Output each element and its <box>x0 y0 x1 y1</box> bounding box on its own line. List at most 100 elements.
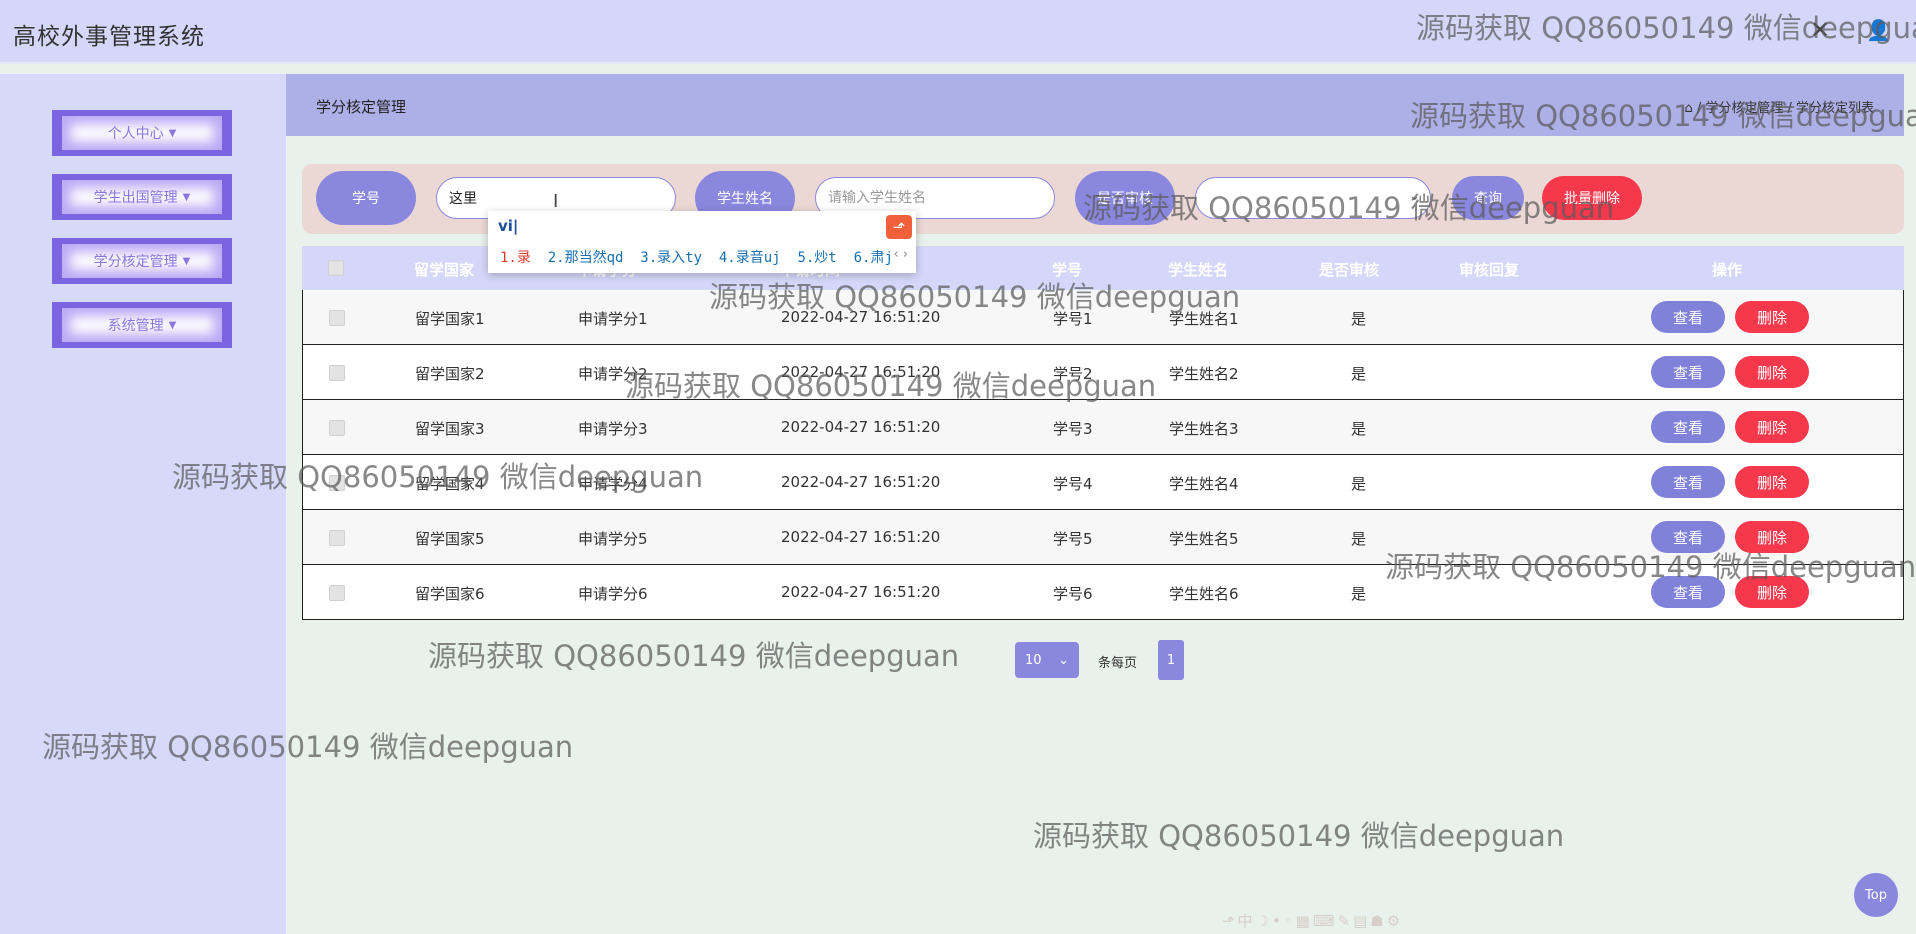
cell-xuehao: 学号1 <box>1053 310 1093 328</box>
column-header-reviewed[interactable]: 是否审核 <box>1319 259 1379 280</box>
text-cursor-icon: I <box>553 191 559 212</box>
cell-time: 2022-04-27 16:51:20 <box>781 583 941 601</box>
cell-country: 留学国家3 <box>415 420 485 438</box>
watermark: 源码获取 QQ86050149 微信deepguan <box>428 639 960 673</box>
user-icon[interactable]: 👤 <box>1866 18 1891 42</box>
select-all-checkbox[interactable] <box>328 260 344 276</box>
row-checkbox[interactable] <box>329 365 345 381</box>
ime-candidate[interactable]: 3.录入ty <box>640 250 702 266</box>
delete-button[interactable]: 删除 <box>1735 521 1809 553</box>
cell-credit: 申请学分1 <box>578 310 648 328</box>
cell-name: 学生姓名1 <box>1169 310 1239 328</box>
cell-xuehao: 学号6 <box>1053 585 1093 603</box>
table-row[interactable]: 留学国家3 申请学分3 2022-04-27 16:51:20 学号3 学生姓名3 是 查看… <box>302 400 1904 455</box>
cell-credit: 申请学分4 <box>578 475 648 493</box>
app-title: 高校外事管理系统 <box>13 24 205 50</box>
view-button[interactable]: 查看 <box>1651 466 1725 498</box>
cell-reviewed: 是 <box>1351 585 1367 603</box>
review-status-label: 是否审核 <box>1075 171 1175 225</box>
credit-table: 留学国家 申请学分 申请时间 学号 学生姓名 是否审核 审核回复 操作 留学国家… <box>302 246 1904 620</box>
breadcrumb[interactable]: ⌂ / 学分核定管理 / 学分核定列表 <box>1684 97 1874 116</box>
back-to-top-button[interactable]: Top <box>1854 873 1898 917</box>
row-checkbox[interactable] <box>329 310 345 326</box>
cell-name: 学生姓名3 <box>1169 420 1239 438</box>
delete-button[interactable]: 删除 <box>1735 466 1809 498</box>
ime-candidate[interactable]: 1.录 <box>500 250 531 266</box>
ime-page-nav[interactable]: ‹ › <box>893 247 908 262</box>
cell-reviewed: 是 <box>1351 365 1367 383</box>
delete-button[interactable]: 删除 <box>1735 356 1809 388</box>
cell-xuehao: 学号5 <box>1053 530 1093 548</box>
column-header-actions: 操作 <box>1712 261 1743 279</box>
cell-country: 留学国家2 <box>415 365 485 383</box>
column-header-xuehao[interactable]: 学号 <box>1052 259 1082 280</box>
table-row[interactable]: 留学国家6 申请学分6 2022-04-27 16:51:20 学号6 学生姓名6 是 查看… <box>302 565 1904 620</box>
review-status-select[interactable]: ⌄ <box>1195 177 1431 219</box>
cell-reviewed: 是 <box>1351 475 1367 493</box>
cell-country: 留学国家6 <box>415 585 485 603</box>
batch-delete-button[interactable]: 批量删除 <box>1542 176 1642 220</box>
per-page-label: 条每页 <box>1098 656 1138 671</box>
ime-candidates: 1.录 2.那当然qd 3.录入ty 4.录音uj 5.炒t 6.肃j <box>500 247 893 267</box>
cell-reviewed: 是 <box>1351 420 1367 438</box>
table-row[interactable]: 留学国家1 申请学分1 2022-04-27 16:51:20 学号1 学生姓名1 是 查看… <box>302 290 1904 345</box>
view-button[interactable]: 查看 <box>1651 576 1725 608</box>
cell-credit: 申请学分3 <box>578 420 648 438</box>
cell-credit: 申请学分6 <box>578 585 648 603</box>
ime-toolbar-icons: ⬏中☽•◦▦⌨✎▤☗⚙ <box>1222 912 1404 930</box>
table-row[interactable]: 留学国家2 申请学分2 2022-04-27 16:51:20 学号2 学生姓名2 是 查看… <box>302 345 1904 400</box>
main-header: 学分核定管理 ⌂ / 学分核定管理 / 学分核定列表 <box>286 74 1904 136</box>
cell-xuehao: 学号2 <box>1053 365 1093 383</box>
watermark: 源码获取 QQ86050149 微信deepguan <box>1033 819 1565 853</box>
search-button[interactable]: 查询 <box>1452 176 1524 220</box>
sidebar-item-label: 个人中心 <box>107 126 164 142</box>
page-title: 学分核定管理 <box>316 98 407 116</box>
view-button[interactable]: 查看 <box>1651 521 1725 553</box>
delete-button[interactable]: 删除 <box>1735 411 1809 443</box>
cell-reviewed: 是 <box>1351 530 1367 548</box>
ime-popup: vi| ⬏ 1.录 2.那当然qd 3.录入ty 4.录音uj 5.炒t 6.肃… <box>488 211 916 273</box>
page-button-current[interactable]: 1 <box>1158 640 1184 680</box>
cell-time: 2022-04-27 16:51:20 <box>781 308 941 326</box>
close-icon[interactable]: ✕ <box>1810 16 1830 44</box>
cell-time: 2022-04-27 16:51:20 <box>781 473 941 491</box>
delete-button[interactable]: 删除 <box>1735 576 1809 608</box>
caret-down-icon: ▼ <box>182 255 191 267</box>
sidebar-item-label: 学分核定管理 <box>93 254 178 270</box>
sidebar: 个人中心 ▼ 学生出国管理 ▼ 学分核定管理 ▼ 系统管理 ▼ <box>0 74 286 934</box>
delete-button[interactable]: 删除 <box>1735 301 1809 333</box>
ime-candidate[interactable]: 2.那当然qd <box>548 250 624 266</box>
view-button[interactable]: 查看 <box>1651 411 1725 443</box>
page-size-select[interactable]: 10 ⌄ <box>1015 642 1079 678</box>
column-header-country[interactable]: 留学国家 <box>414 259 474 280</box>
cell-time: 2022-04-27 16:51:20 <box>781 528 941 546</box>
table-body: 留学国家1 申请学分1 2022-04-27 16:51:20 学号1 学生姓名1 是查看… <box>302 290 1904 620</box>
caret-down-icon: ▼ <box>168 319 177 331</box>
sidebar-item-system[interactable]: 系统管理 ▼ <box>52 302 232 348</box>
cell-time: 2022-04-27 16:51:20 <box>781 418 941 436</box>
ime-candidate[interactable]: 6.肃j <box>854 250 893 266</box>
row-checkbox[interactable] <box>329 420 345 436</box>
row-checkbox[interactable] <box>329 530 345 546</box>
view-button[interactable]: 查看 <box>1651 356 1725 388</box>
ime-logo-icon: ⬏ <box>886 215 912 239</box>
row-checkbox[interactable] <box>329 585 345 601</box>
table-row[interactable]: 留学国家5 申请学分5 2022-04-27 16:51:20 学号5 学生姓名5 是 查看… <box>302 510 1904 565</box>
cell-reviewed: 是 <box>1351 310 1367 328</box>
sidebar-item-label: 系统管理 <box>107 318 164 334</box>
top-bar: 高校外事管理系统 ✕ 👤 <box>0 0 1916 64</box>
row-checkbox[interactable] <box>329 475 345 491</box>
table-row[interactable]: 留学国家4 申请学分4 2022-04-27 16:51:20 学号4 学生姓名4 是 查看… <box>302 455 1904 510</box>
caret-down-icon: ▼ <box>168 127 177 139</box>
sidebar-item-personal-center[interactable]: 个人中心 ▼ <box>52 110 232 156</box>
ime-candidate[interactable]: 4.录音uj <box>719 250 781 266</box>
sidebar-item-credit-review[interactable]: 学分核定管理 ▼ <box>52 238 232 284</box>
cell-name: 学生姓名5 <box>1169 530 1239 548</box>
caret-down-icon: ▼ <box>182 191 191 203</box>
view-button[interactable]: 查看 <box>1651 301 1725 333</box>
cell-country: 留学国家1 <box>415 310 485 328</box>
cell-xuehao: 学号3 <box>1053 420 1093 438</box>
sidebar-item-student-abroad[interactable]: 学生出国管理 ▼ <box>52 174 232 220</box>
ime-candidate[interactable]: 5.炒t <box>797 250 836 266</box>
column-header-name[interactable]: 学生姓名 <box>1168 259 1228 280</box>
